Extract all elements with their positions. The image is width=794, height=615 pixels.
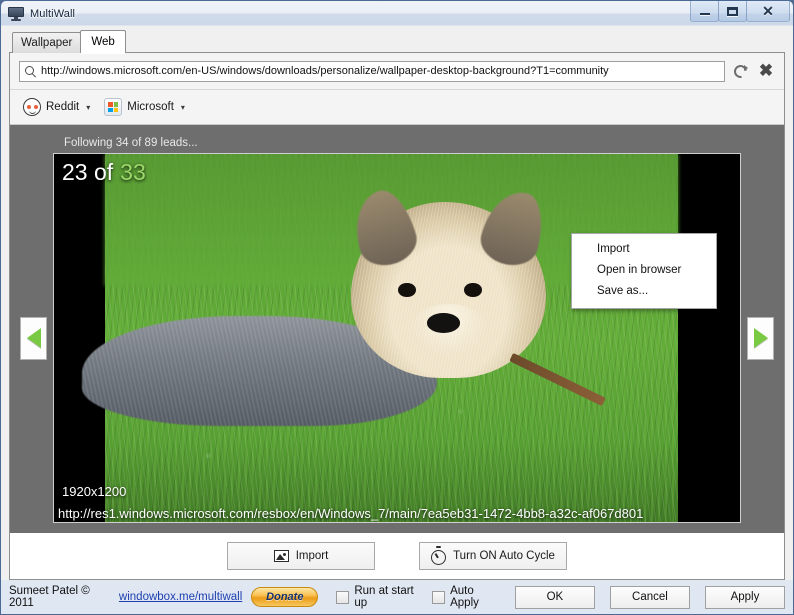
apply-button[interactable]: Apply	[704, 585, 785, 609]
window-controls: ✕	[690, 1, 790, 22]
status-text: Following 34 of 89 leads...	[64, 137, 198, 149]
context-menu: Import Open in browser Save as...	[571, 233, 717, 309]
timer-icon	[431, 545, 447, 565]
close-button[interactable]: ✕	[746, 1, 790, 22]
copyright-text: Sumeet Patel © 2011	[9, 585, 90, 609]
ok-button[interactable]: OK	[514, 585, 595, 609]
url-text: http://windows.microsoft.com/en-US/windo…	[41, 65, 609, 77]
close-icon: ✕	[762, 3, 774, 19]
context-menu-item-import[interactable]: Import	[572, 239, 716, 260]
url-input[interactable]: http://windows.microsoft.com/en-US/windo…	[19, 60, 725, 82]
bookmark-microsoft-label: Microsoft	[127, 101, 174, 113]
reddit-icon	[23, 98, 41, 116]
tab-web-label: Web	[91, 36, 115, 48]
image-source-url: http://res1.windows.microsoft.com/resbox…	[58, 506, 644, 521]
maximize-button[interactable]	[718, 1, 747, 22]
refresh-button[interactable]	[729, 60, 751, 82]
minimize-button[interactable]	[690, 1, 719, 22]
auto-apply-checkbox-row[interactable]: Auto Apply	[432, 585, 500, 609]
refresh-icon	[733, 64, 748, 79]
bookmark-reddit[interactable]: Reddit ▾	[18, 96, 95, 118]
multiwall-window: MultiWall ✕ Wallpaper Web http://windows…	[0, 0, 794, 615]
stop-button[interactable]: ✖	[755, 60, 777, 82]
tab-wallpaper[interactable]: Wallpaper	[12, 32, 82, 53]
cancel-button[interactable]: Cancel	[609, 585, 690, 609]
image-stage[interactable]: 23 of 33 1920x1200 http://res1.windows.m…	[53, 153, 741, 523]
url-bar-row: http://windows.microsoft.com/en-US/windo…	[10, 53, 784, 90]
tab-strip: Wallpaper Web	[9, 30, 785, 54]
stage-row: 23 of 33 1920x1200 http://res1.windows.m…	[20, 153, 774, 523]
footer-bar: Sumeet Patel © 2011 windowbox.me/multiwa…	[1, 580, 793, 614]
context-menu-item-save-as[interactable]: Save as...	[572, 281, 716, 302]
chevron-down-icon[interactable]: ▾	[86, 103, 90, 112]
web-tab-panel: http://windows.microsoft.com/en-US/windo…	[9, 52, 785, 580]
tab-web[interactable]: Web	[80, 30, 126, 54]
website-link[interactable]: windowbox.me/multiwall	[119, 591, 242, 603]
run-at-startup-checkbox[interactable]	[336, 590, 350, 604]
close-x-icon: ✖	[758, 61, 774, 80]
action-button-row: Import Turn ON Auto Cycle	[10, 533, 784, 579]
bookmark-bar: Reddit ▾ Microsoft ▾	[10, 90, 784, 125]
auto-apply-label: Auto Apply	[450, 585, 479, 609]
auto-apply-checkbox[interactable]	[432, 590, 446, 604]
previous-image-button[interactable]	[20, 316, 47, 360]
search-icon	[25, 65, 36, 77]
image-dimensions: 1920x1200	[62, 484, 127, 499]
context-menu-item-open-in-browser[interactable]: Open in browser	[572, 260, 716, 281]
import-button-label: Import	[295, 550, 329, 562]
next-image-button[interactable]	[747, 316, 774, 360]
title-bar: MultiWall ✕	[1, 1, 793, 26]
previous-arrow-icon	[26, 328, 41, 348]
picture-icon	[273, 550, 289, 562]
auto-cycle-button-label: Turn ON Auto Cycle	[453, 550, 555, 562]
bookmark-microsoft[interactable]: Microsoft ▾	[99, 96, 190, 118]
auto-cycle-button[interactable]: Turn ON Auto Cycle	[419, 542, 567, 570]
chevron-down-icon[interactable]: ▾	[181, 103, 185, 112]
image-viewer: Following 34 of 89 leads... 23 of 33 192…	[10, 125, 784, 533]
windows-logo-icon	[104, 98, 123, 116]
minimize-icon	[699, 13, 710, 15]
image-counter-total: 33	[120, 159, 146, 185]
next-arrow-icon	[753, 328, 768, 348]
maximize-icon	[727, 6, 738, 16]
tab-wallpaper-label: Wallpaper	[21, 37, 73, 49]
wallpaper-preview-image	[82, 154, 678, 522]
window-title: MultiWall	[30, 7, 76, 20]
dialog-body: Wallpaper Web http://windows.microsoft.c…	[1, 26, 793, 580]
image-counter: 23 of 33	[62, 159, 146, 186]
donate-button[interactable]: Donate	[251, 587, 319, 607]
run-at-startup-label: Run at start up	[354, 585, 414, 609]
image-counter-current: 23 of	[62, 159, 114, 185]
monitor-icon	[8, 6, 24, 21]
import-button[interactable]: Import	[227, 542, 375, 570]
run-at-startup-checkbox-row[interactable]: Run at start up	[336, 585, 423, 609]
bookmark-reddit-label: Reddit	[46, 101, 80, 113]
